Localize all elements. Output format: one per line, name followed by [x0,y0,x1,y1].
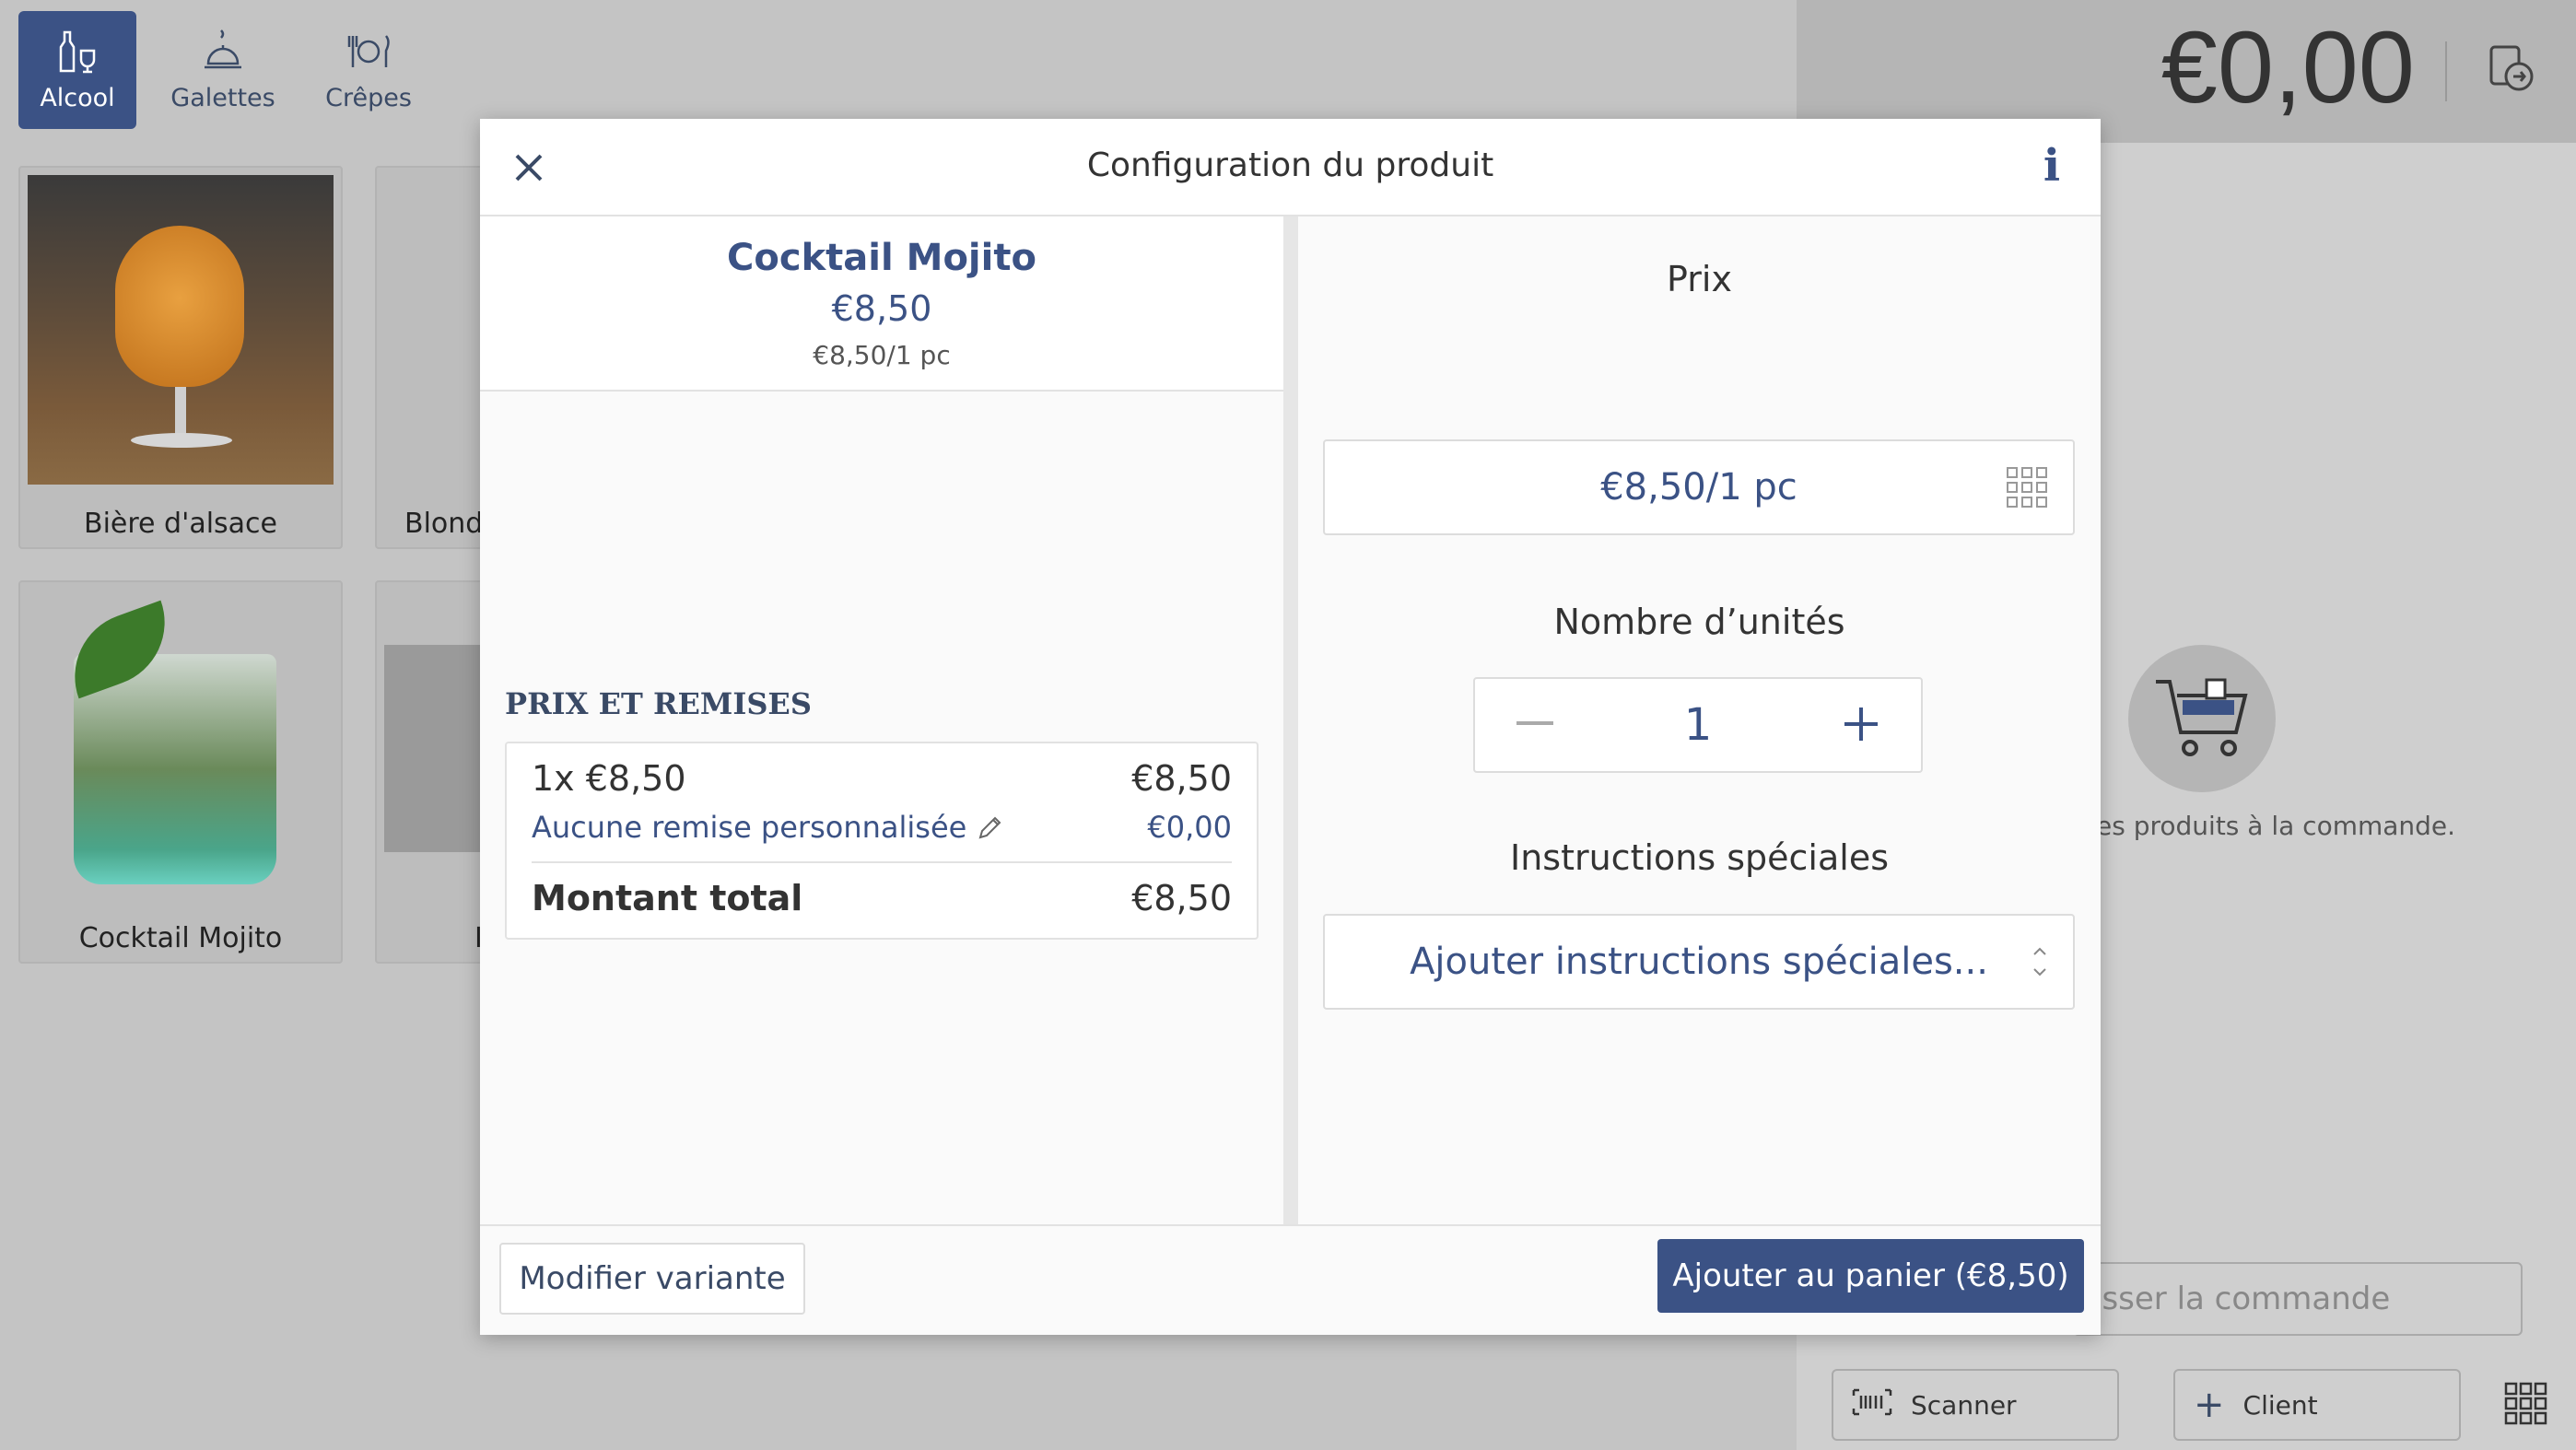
total-label: Montant total [532,878,803,918]
plus-icon: + [2194,1384,2225,1426]
product-label: Bière d'alsace [83,508,277,540]
product-config-modal: Configuration du produit i Cocktail Moji… [480,119,2101,1335]
product-options-column: Prix €8,50/1 pc Nombre d’unités 1 Instru… [1298,216,2101,1224]
pencil-icon [978,816,1001,839]
category-label: Crêpes [325,83,412,112]
apps-grid-icon[interactable] [2504,1382,2548,1435]
keypad-icon[interactable] [2007,467,2047,508]
price-line-label: 1x €8,50 [532,758,686,799]
pricing-summary: 1x €8,50 €8,50 Aucune remise personnalis… [505,742,1259,940]
total-line: Montant total €8,50 [532,878,1232,918]
info-icon[interactable]: i [2021,135,2082,196]
product-tile-mojito[interactable]: Cocktail Mojito [18,580,343,964]
product-summary-column: Cocktail Mojito €8,50 €8,50/1 pc PRIX ET… [480,216,1283,1224]
product-image [28,175,334,485]
client-label: Client [2242,1389,2318,1421]
product-price: €8,50 [831,288,932,329]
discount-label: Aucune remise personnalisée [532,810,967,845]
plate-cutlery-icon [344,29,393,84]
product-unit-price: €8,50/1 pc [813,340,951,370]
instructions-placeholder: Ajouter instructions spéciales... [1410,941,1988,983]
order-total: €0,00 [2160,11,2415,124]
category-alcool[interactable]: Alcool [18,11,136,129]
divider [2445,41,2447,101]
divider [532,861,1232,863]
discount-line[interactable]: Aucune remise personnalisée €0,00 [532,810,1232,845]
discount-amount: €0,00 [1147,810,1232,845]
category-crepes[interactable]: Crêpes [310,11,427,129]
product-image [28,590,334,899]
empty-cart-message: es produits à la commande. [2096,811,2456,841]
product-tile-biere[interactable]: Bière d'alsace [18,166,343,549]
modal-header: Configuration du produit i [480,119,2101,216]
empty-cart-icon [2128,645,2276,792]
cloche-icon [200,29,246,84]
product-header: Cocktail Mojito €8,50 €8,50/1 pc [480,216,1283,392]
instructions-label: Instructions spéciales [1509,837,1890,878]
category-galettes[interactable]: Galettes [164,11,282,129]
add-to-cart-button[interactable]: Ajouter au panier (€8,50) [1657,1239,2084,1313]
swap-device-icon[interactable] [2484,41,2539,97]
modal-footer: Modifier variante Ajouter au panier (€8,… [480,1224,2101,1335]
quantity-label: Nombre d’unités [1553,602,1845,642]
category-label: Alcool [40,83,115,112]
price-field-label: Prix [1667,259,1732,299]
select-arrows-icon [2029,941,2051,986]
column-divider [1283,216,1298,1224]
add-client-button[interactable]: + Client [2173,1369,2461,1441]
total-amount: €8,50 [1131,878,1232,918]
finish-order-button[interactable]: isser la commande [2073,1262,2523,1336]
price-line: 1x €8,50 €8,50 [532,758,1232,799]
discount-label-wrap[interactable]: Aucune remise personnalisée [532,810,1004,845]
category-label: Galettes [170,83,275,112]
price-line-amount: €8,50 [1131,758,1232,799]
scanner-button[interactable]: Scanner [1832,1369,2119,1441]
increment-button[interactable] [1829,692,1893,756]
modify-variant-button[interactable]: Modifier variante [499,1243,805,1315]
scanner-label: Scanner [1911,1389,2017,1421]
product-name: Cocktail Mojito [727,237,1036,279]
price-input-value: €8,50/1 pc [1600,466,1797,509]
pricing-section-title: PRIX ET REMISES [505,686,812,721]
instructions-select[interactable]: Ajouter instructions spéciales... [1323,914,2075,1010]
price-input[interactable]: €8,50/1 pc [1323,439,2075,535]
modal-title: Configuration du produit [1086,146,1494,184]
product-label: Cocktail Mojito [78,922,283,954]
quantity-stepper: 1 [1473,677,1923,773]
barcode-icon [1852,1388,1892,1422]
bottle-glass-icon [57,29,98,84]
